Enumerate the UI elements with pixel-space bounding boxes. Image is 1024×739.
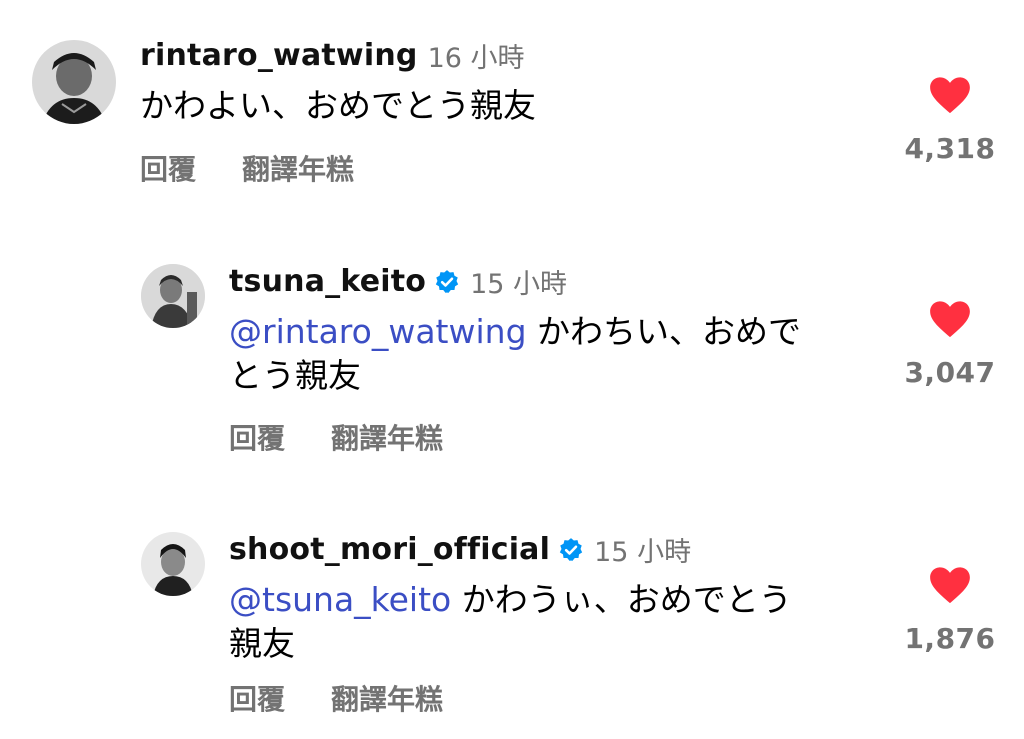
timestamp: 15 小時 bbox=[594, 537, 692, 568]
comment-text-line: かわちい、おめで bbox=[526, 312, 802, 351]
like-count: 1,876 bbox=[904, 622, 996, 655]
username-link[interactable]: rintaro_watwing bbox=[140, 38, 418, 73]
avatar[interactable] bbox=[32, 40, 116, 124]
comment-text: @rintaro_watwing かわちい、おめで とう親友 bbox=[229, 310, 801, 398]
translate-button[interactable]: 翻譯年糕 bbox=[331, 678, 443, 718]
like-count: 4,318 bbox=[904, 132, 996, 165]
comment-text: @tsuna_keito かわうぃ、おめでとう 親友 bbox=[229, 578, 792, 666]
reply-button[interactable]: 回覆 bbox=[229, 417, 285, 457]
username-link[interactable]: shoot_mori_official bbox=[229, 532, 550, 567]
like-block: 3,047 bbox=[890, 300, 1010, 389]
like-block: 1,876 bbox=[890, 566, 1010, 655]
translate-button[interactable]: 翻譯年糕 bbox=[242, 148, 354, 188]
comment-header: shoot_mori_official 15 小時 bbox=[229, 530, 691, 569]
comment-text-line: とう親友 bbox=[229, 356, 361, 395]
heart-icon[interactable] bbox=[929, 566, 971, 604]
comment-item: rintaro_watwing 16 小時 かわよい、おめでとう親友 回覆 翻譯… bbox=[0, 0, 1024, 210]
comment-header: rintaro_watwing 16 小時 bbox=[140, 36, 525, 75]
reply-item: tsuna_keito 15 小時 @rintaro_watwing かわちい、… bbox=[0, 250, 1024, 480]
timestamp: 16 小時 bbox=[427, 43, 525, 74]
reply-button[interactable]: 回覆 bbox=[140, 148, 196, 188]
comment-actions: 回覆 翻譯年糕 bbox=[140, 148, 354, 188]
comment-actions: 回覆 翻譯年糕 bbox=[229, 417, 443, 457]
verified-badge-icon bbox=[559, 537, 583, 561]
avatar[interactable] bbox=[141, 264, 205, 328]
comment-header: tsuna_keito 15 小時 bbox=[229, 262, 567, 301]
heart-icon[interactable] bbox=[929, 76, 971, 114]
timestamp: 15 小時 bbox=[470, 269, 568, 300]
like-count: 3,047 bbox=[904, 356, 996, 389]
verified-badge-icon bbox=[435, 269, 459, 293]
reply-button[interactable]: 回覆 bbox=[229, 678, 285, 718]
mention-link[interactable]: @tsuna_keito bbox=[229, 580, 451, 619]
like-block: 4,318 bbox=[890, 76, 1010, 165]
comment-actions: 回覆 翻譯年糕 bbox=[229, 678, 443, 718]
comment-text-line: 親友 bbox=[229, 624, 295, 663]
heart-icon[interactable] bbox=[929, 300, 971, 338]
comment-text: かわよい、おめでとう親友 bbox=[140, 84, 536, 128]
username-link[interactable]: tsuna_keito bbox=[229, 264, 426, 299]
comment-text-line: かわよい、おめでとう親友 bbox=[140, 86, 536, 125]
avatar[interactable] bbox=[141, 532, 205, 596]
reply-item: shoot_mori_official 15 小時 @tsuna_keito か… bbox=[0, 518, 1024, 739]
translate-button[interactable]: 翻譯年糕 bbox=[331, 417, 443, 457]
mention-link[interactable]: @rintaro_watwing bbox=[229, 312, 527, 351]
comment-text-line: かわうぃ、おめでとう bbox=[451, 580, 792, 619]
